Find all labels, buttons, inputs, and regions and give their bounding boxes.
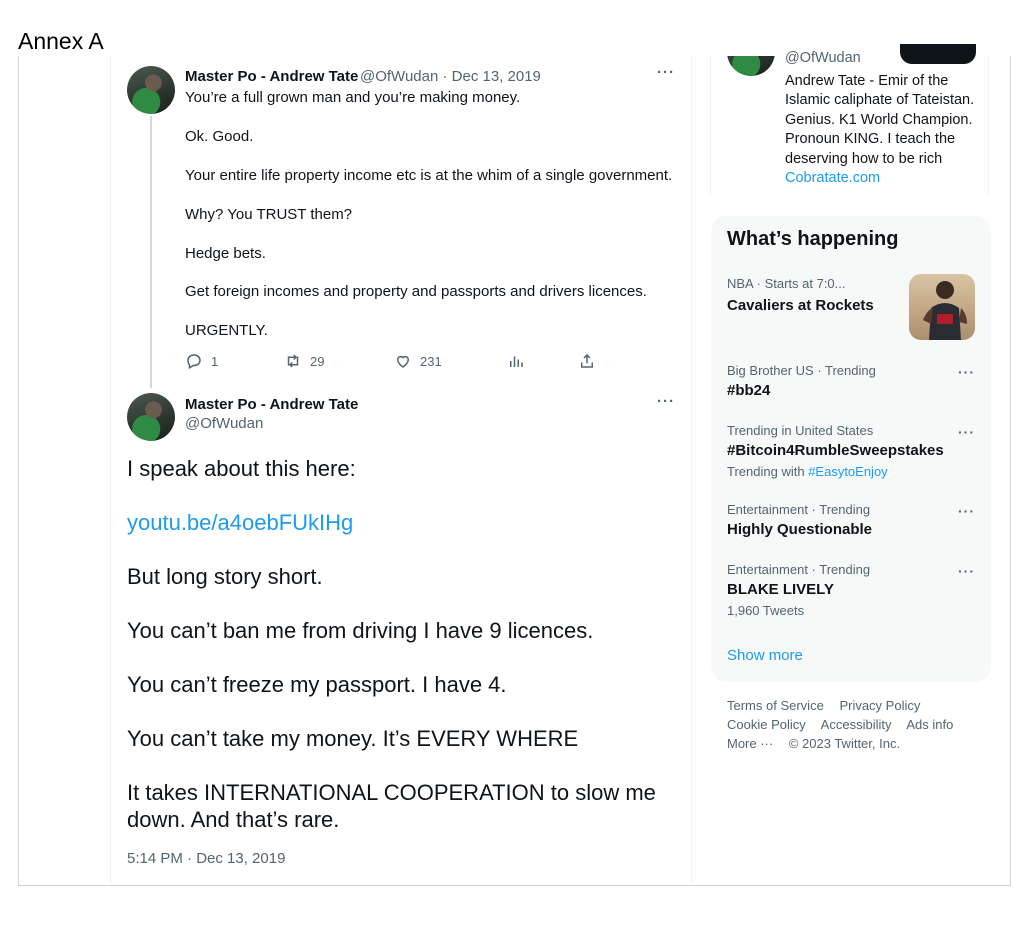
avatar[interactable] — [127, 66, 175, 114]
like-count: 231 — [420, 353, 442, 369]
tweet-text-line: Your entire life property income etc is … — [185, 167, 673, 184]
trend-context: Big Brother US · Trending — [727, 363, 876, 378]
trend-thumbnail[interactable] — [909, 274, 975, 340]
like-button[interactable]: 231 — [394, 350, 442, 372]
footer-terms-link[interactable]: Terms of Service — [727, 698, 824, 713]
tweet-text-line: Get foreign incomes and property and pas… — [185, 283, 647, 300]
reply-count: 1 — [211, 353, 219, 369]
tweet-text-line: I speak about this here: — [127, 456, 356, 481]
footer-cookie-link[interactable]: Cookie Policy — [727, 717, 806, 732]
share-button[interactable] — [578, 350, 596, 372]
author-handle[interactable]: @OfWudan · Dec 13, 2019 — [360, 68, 541, 85]
trend-name[interactable]: #bb24 — [727, 382, 770, 399]
reply-button[interactable]: 1 — [185, 350, 218, 372]
footer-row: Cookie Policy Accessibility Ads info — [727, 717, 965, 732]
profile-bio: Andrew Tate - Emir of the Islamic caliph… — [785, 72, 981, 188]
tweet-text-line: You can’t freeze my passport. I have 4. — [127, 672, 507, 697]
trend-more-icon[interactable]: ··· — [958, 503, 975, 519]
handle-text[interactable]: @OfWudan — [360, 68, 438, 85]
footer-row: Terms of Service Privacy Policy — [727, 698, 932, 713]
tweet-text-line: You can’t take my money. It’s EVERY WHER… — [127, 726, 579, 751]
retweet-button[interactable]: 29 — [284, 350, 324, 372]
basketball-player-image — [923, 281, 967, 340]
trend-context: Entertainment · Trending — [727, 562, 871, 577]
tweet-text-line: Hedge bets. — [185, 245, 266, 262]
trend-more-icon[interactable]: ··· — [958, 424, 975, 440]
bio-text: Andrew Tate - Emir of the Islamic caliph… — [785, 73, 975, 167]
trend-context: Trending in United States — [727, 423, 874, 438]
tweet-text-line: down. And that’s rare. — [127, 807, 340, 832]
footer-privacy-link[interactable]: Privacy Policy — [839, 698, 920, 713]
more-options-icon[interactable]: ··· — [657, 64, 675, 81]
tweet-timestamp[interactable]: 5:14 PM · Dec 13, 2019 — [127, 850, 285, 867]
trend-name[interactable]: BLAKE LIVELY — [727, 581, 834, 598]
author-name[interactable]: Master Po - Andrew Tate — [185, 396, 358, 413]
heart-icon — [396, 355, 410, 368]
footer-more-link[interactable]: More ··· — [727, 736, 773, 751]
tweet-link[interactable]: youtu.be/a4oebFUkIHg — [127, 509, 353, 536]
trend-name[interactable]: Highly Questionable — [727, 521, 872, 538]
footer-ads-link[interactable]: Ads info — [906, 717, 953, 732]
tweet-text-line: Why? You TRUST them? — [185, 206, 353, 223]
footer-row: More ··· © 2023 Twitter, Inc. — [727, 736, 912, 751]
bio-link[interactable]: Cobratate.com — [785, 170, 880, 186]
more-options-icon[interactable]: ··· — [657, 393, 675, 410]
trends-title: What’s happening — [727, 228, 899, 250]
author-handle[interactable]: @OfWudan — [185, 415, 263, 432]
share-icon — [581, 353, 593, 368]
trend-name[interactable]: Cavaliers at Rockets — [727, 297, 874, 314]
tweet-text-line: URGENTLY. — [185, 322, 268, 339]
tweet-text-line: Ok. Good. — [185, 128, 254, 145]
trend-with-tag[interactable]: #EasytoEnjoy — [808, 464, 888, 479]
trend-name[interactable]: #Bitcoin4RumbleSweepstakes — [727, 442, 944, 459]
tweet-text-line: But long story short. — [127, 564, 323, 589]
profile-card-border — [710, 56, 711, 196]
follow-button[interactable] — [900, 44, 976, 64]
tweet-text-line: It takes INTERNATIONAL COOPERATION to sl… — [127, 780, 656, 805]
tweet-text-line: You’re a full grown man and you’re makin… — [185, 89, 521, 106]
reply-icon — [187, 354, 201, 370]
author-name[interactable]: Master Po - Andrew Tate — [185, 68, 358, 85]
show-more-link[interactable]: Show more — [727, 647, 803, 664]
footer-accessibility-link[interactable]: Accessibility — [821, 717, 892, 732]
trend-more-icon[interactable]: ··· — [958, 563, 975, 579]
retweet-icon — [287, 354, 299, 368]
trend-subtext: Trending with #EasytoEnjoy — [727, 464, 888, 479]
avatar[interactable] — [127, 393, 175, 441]
footer-copyright: © 2023 Twitter, Inc. — [788, 736, 901, 751]
trend-tweet-count: 1,960 Tweets — [727, 603, 805, 618]
analytics-icon — [510, 356, 523, 367]
thread-connector-line — [150, 116, 152, 388]
retweet-count: 29 — [310, 353, 325, 369]
tweet-date[interactable]: · Dec 13, 2019 — [443, 68, 541, 85]
profile-card-border — [988, 56, 989, 196]
trend-context: Entertainment · Trending — [727, 502, 871, 517]
avatar[interactable] — [727, 56, 775, 76]
tweet-text-line: You can’t ban me from driving I have 9 l… — [127, 618, 594, 643]
trend-more-icon[interactable]: ··· — [958, 364, 975, 380]
trend-context: NBA · Starts at 7:0... — [727, 276, 846, 291]
profile-handle[interactable]: @OfWudan — [785, 50, 861, 66]
annex-label: Annex A — [18, 28, 104, 54]
views-button[interactable] — [507, 350, 525, 372]
trend-with-label: Trending with — [727, 464, 805, 479]
